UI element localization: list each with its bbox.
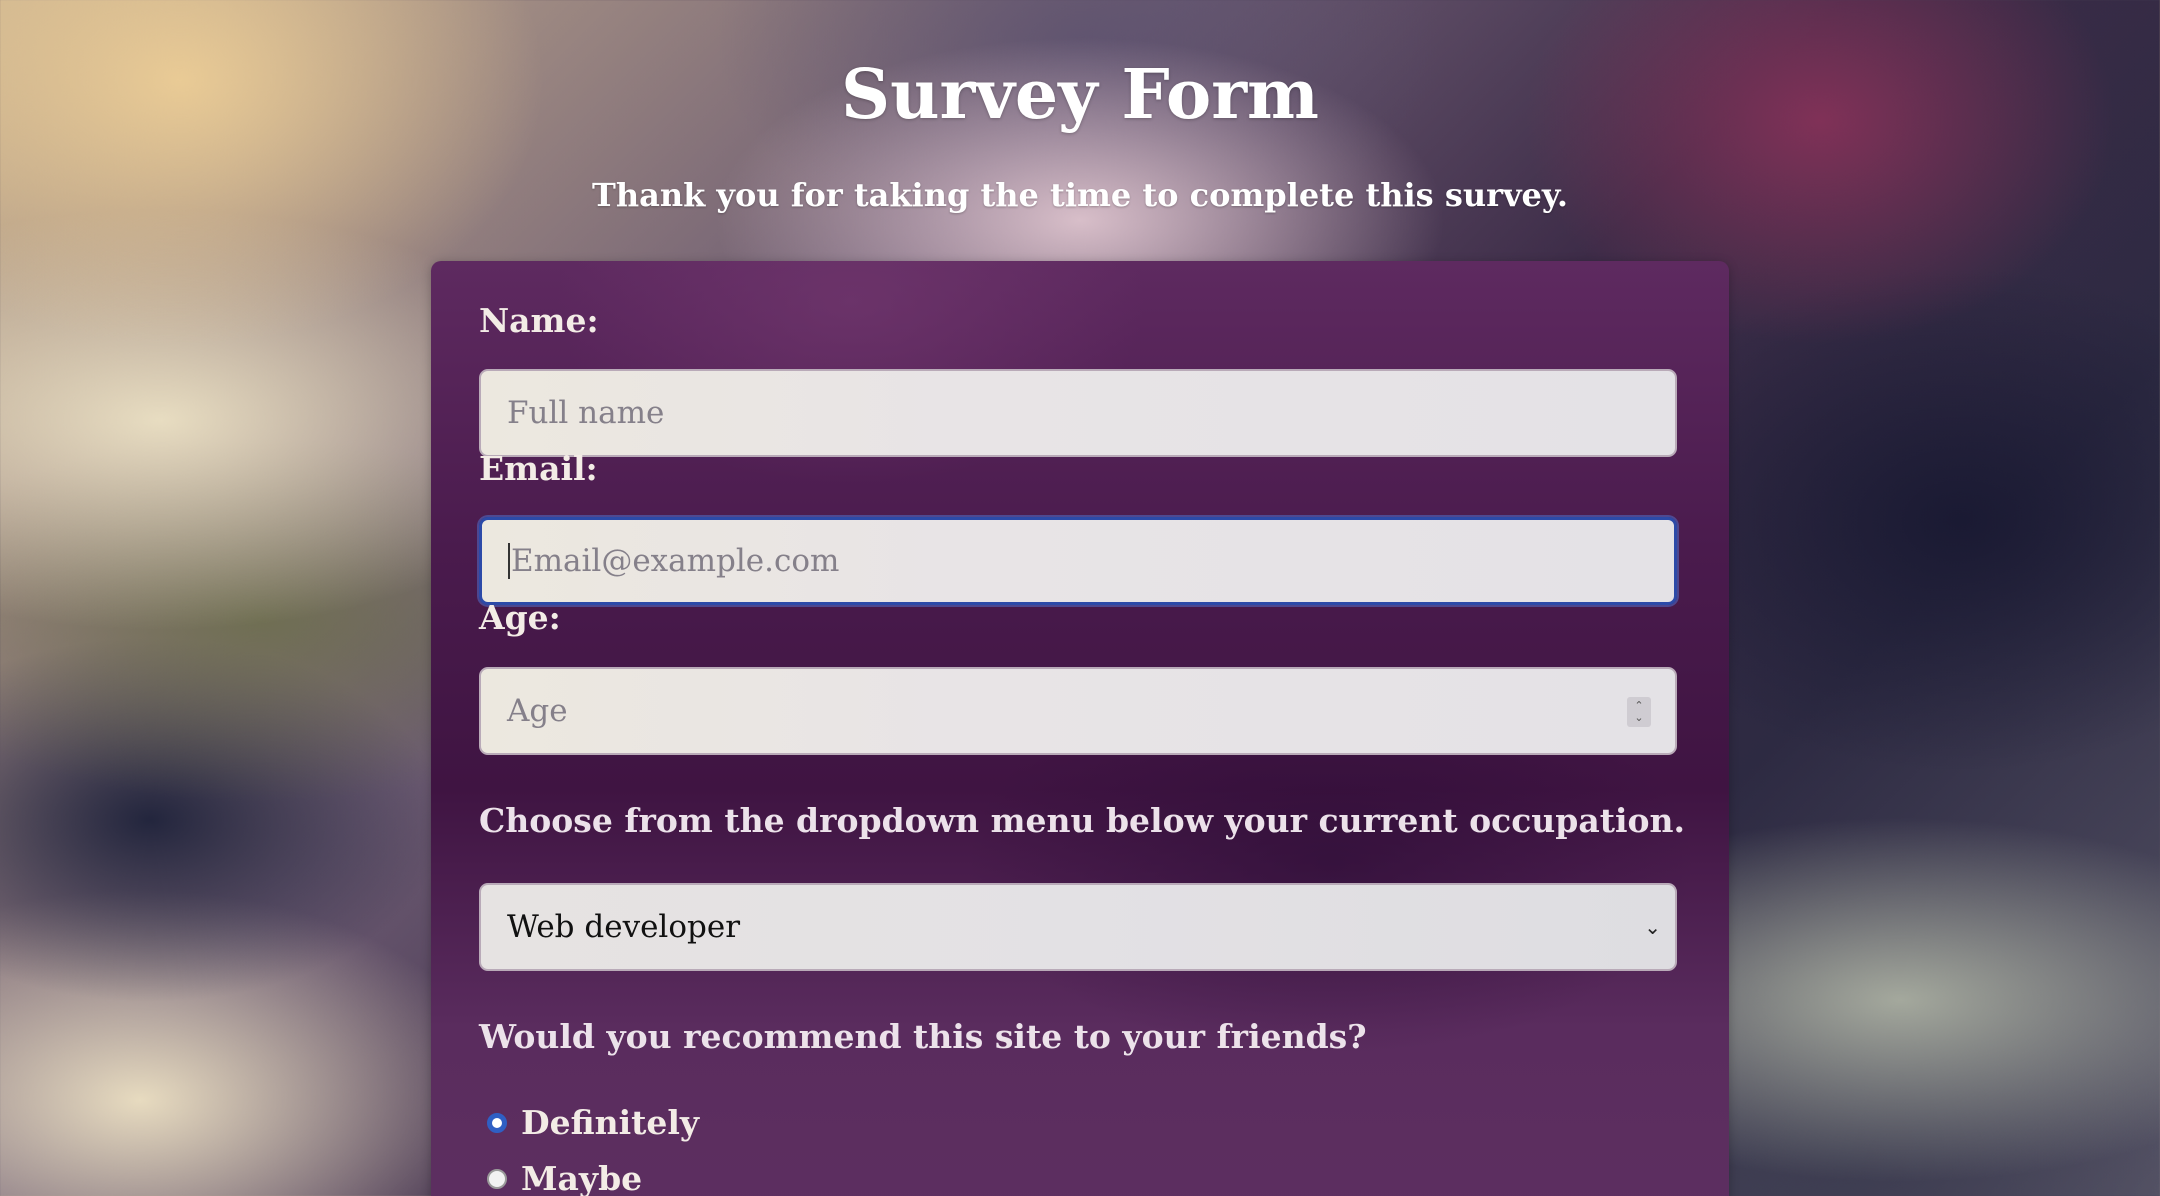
radio-button-unchecked[interactable] (487, 1168, 507, 1189)
spinner-arrows-icon[interactable]: ⌃ ⌄ (1627, 697, 1651, 727)
email-input[interactable]: Email@example.com (479, 517, 1677, 605)
radio-option-maybe[interactable]: Maybe (487, 1159, 642, 1196)
recommend-question: Would you recommend this site to your fr… (479, 1017, 1367, 1056)
survey-form: Name: Full name Email: Email@example.com… (431, 261, 1729, 1196)
occupation-prompt: Choose from the dropdown menu below your… (479, 801, 1686, 840)
radio-button-checked[interactable] (487, 1112, 507, 1133)
age-label: Age: (479, 598, 561, 637)
name-placeholder: Full name (507, 395, 665, 431)
page-description: Thank you for taking the time to complet… (592, 176, 1568, 214)
occupation-select[interactable]: Web developer ⌄ (479, 883, 1677, 971)
chevron-down-icon: ⌄ (1644, 915, 1661, 939)
age-input[interactable]: Age ⌃ ⌄ (479, 667, 1677, 755)
radio-label-definitely: Definitely (521, 1103, 700, 1142)
name-label: Name: (479, 301, 599, 340)
age-placeholder: Age (507, 693, 568, 729)
occupation-selected-value: Web developer (507, 909, 741, 945)
name-input[interactable]: Full name (479, 369, 1677, 457)
page-title: Survey Form (840, 55, 1320, 135)
radio-label-maybe: Maybe (521, 1159, 643, 1196)
survey-page: Survey Form Thank you for taking the tim… (0, 0, 2160, 1196)
email-placeholder: Email@example.com (511, 543, 840, 579)
text-caret (508, 543, 510, 579)
email-label: Email: (479, 449, 598, 488)
radio-option-definitely[interactable]: Definitely (487, 1103, 699, 1142)
